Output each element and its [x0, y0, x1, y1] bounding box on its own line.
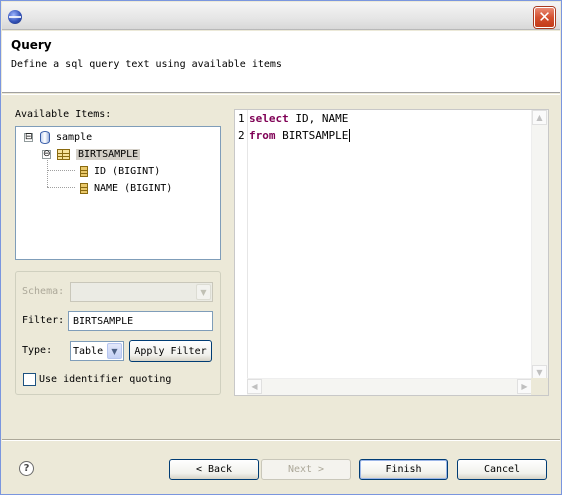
- chevron-down-icon: ▼: [196, 284, 211, 300]
- sql-keyword: select: [249, 111, 289, 125]
- tree-item-label: BIRTSAMPLE: [76, 148, 141, 160]
- tree-item-label: NAME (BIGINT): [94, 182, 173, 194]
- line-number: 1: [238, 111, 245, 125]
- type-value: Table: [73, 345, 104, 357]
- type-label: Type:: [22, 345, 53, 356]
- apply-filter-button[interactable]: Apply Filter: [129, 340, 212, 362]
- tree-connector: [47, 187, 75, 188]
- page-description: Define a sql query text using available …: [11, 59, 282, 70]
- header-divider: [2, 94, 560, 95]
- vertical-scrollbar[interactable]: ▲ ▼: [531, 110, 548, 380]
- footer-divider: [2, 439, 560, 441]
- horizontal-scrollbar[interactable]: ◀ ▶: [247, 378, 532, 395]
- title-bar: ✕: [2, 2, 560, 30]
- sql-text: BIRTSAMPLE: [275, 128, 349, 142]
- scroll-up-icon[interactable]: ▲: [532, 110, 547, 125]
- close-button[interactable]: ✕: [534, 7, 555, 28]
- code-line: select ID, NAME: [249, 110, 348, 126]
- type-select[interactable]: Table ▼: [70, 341, 124, 361]
- tree-item-label: ID (BIGINT): [94, 165, 161, 177]
- table-icon: [57, 148, 70, 160]
- finish-button[interactable]: Finish: [359, 459, 448, 480]
- next-button[interactable]: Next >: [261, 459, 351, 480]
- chevron-down-icon: ▼: [107, 343, 122, 359]
- back-button[interactable]: < Back: [169, 459, 259, 480]
- text-caret: [349, 128, 351, 142]
- tree-item-table[interactable]: ⊖ BIRTSAMPLE: [42, 146, 141, 162]
- collapse-icon[interactable]: ⊖: [42, 149, 51, 159]
- tree-item-database[interactable]: ⊟ sample: [24, 129, 92, 145]
- dialog-header: Query Define a sql query text using avai…: [2, 31, 560, 93]
- schema-select[interactable]: ▼: [70, 282, 213, 302]
- cancel-button[interactable]: Cancel: [457, 459, 547, 480]
- scrollbar-corner: [531, 378, 548, 395]
- sql-text: ID, NAME: [288, 111, 349, 125]
- scroll-right-icon[interactable]: ▶: [517, 379, 532, 394]
- tree-item-column[interactable]: NAME (BIGINT): [80, 180, 172, 196]
- eclipse-app-icon: [8, 10, 22, 24]
- filter-input[interactable]: BIRTSAMPLE: [68, 311, 213, 331]
- available-items-tree[interactable]: ⊟ sample ⊖ BIRTSAMPLE ID (BIGINT) NAME (…: [15, 126, 221, 260]
- identifier-quoting-checkbox[interactable]: [23, 373, 36, 386]
- help-icon[interactable]: ?: [19, 461, 34, 476]
- available-items-label: Available Items:: [15, 109, 112, 120]
- column-icon: [80, 165, 88, 177]
- tree-item-label: sample: [56, 131, 93, 143]
- schema-label: Schema:: [22, 286, 65, 297]
- tree-connector: [47, 170, 75, 171]
- filter-label: Filter:: [22, 315, 65, 326]
- code-line: from BIRTSAMPLE: [249, 127, 351, 143]
- sql-editor[interactable]: 1 2 select ID, NAME from BIRTSAMPLE ▲ ▼ …: [234, 109, 549, 396]
- sql-keyword: from: [249, 128, 276, 142]
- scroll-left-icon[interactable]: ◀: [247, 379, 262, 394]
- line-number: 2: [238, 128, 245, 142]
- line-number-gutter: 1 2: [235, 110, 247, 380]
- sql-text-area[interactable]: select ID, NAME from BIRTSAMPLE: [247, 110, 532, 380]
- column-icon: [80, 182, 88, 194]
- identifier-quoting-label: Use identifier quoting: [39, 374, 172, 385]
- query-dialog: ✕ Query Define a sql query text using av…: [0, 0, 562, 495]
- page-title: Query: [11, 38, 52, 52]
- database-icon: [40, 130, 50, 144]
- collapse-icon[interactable]: ⊟: [24, 132, 33, 142]
- tree-item-column[interactable]: ID (BIGINT): [80, 163, 160, 179]
